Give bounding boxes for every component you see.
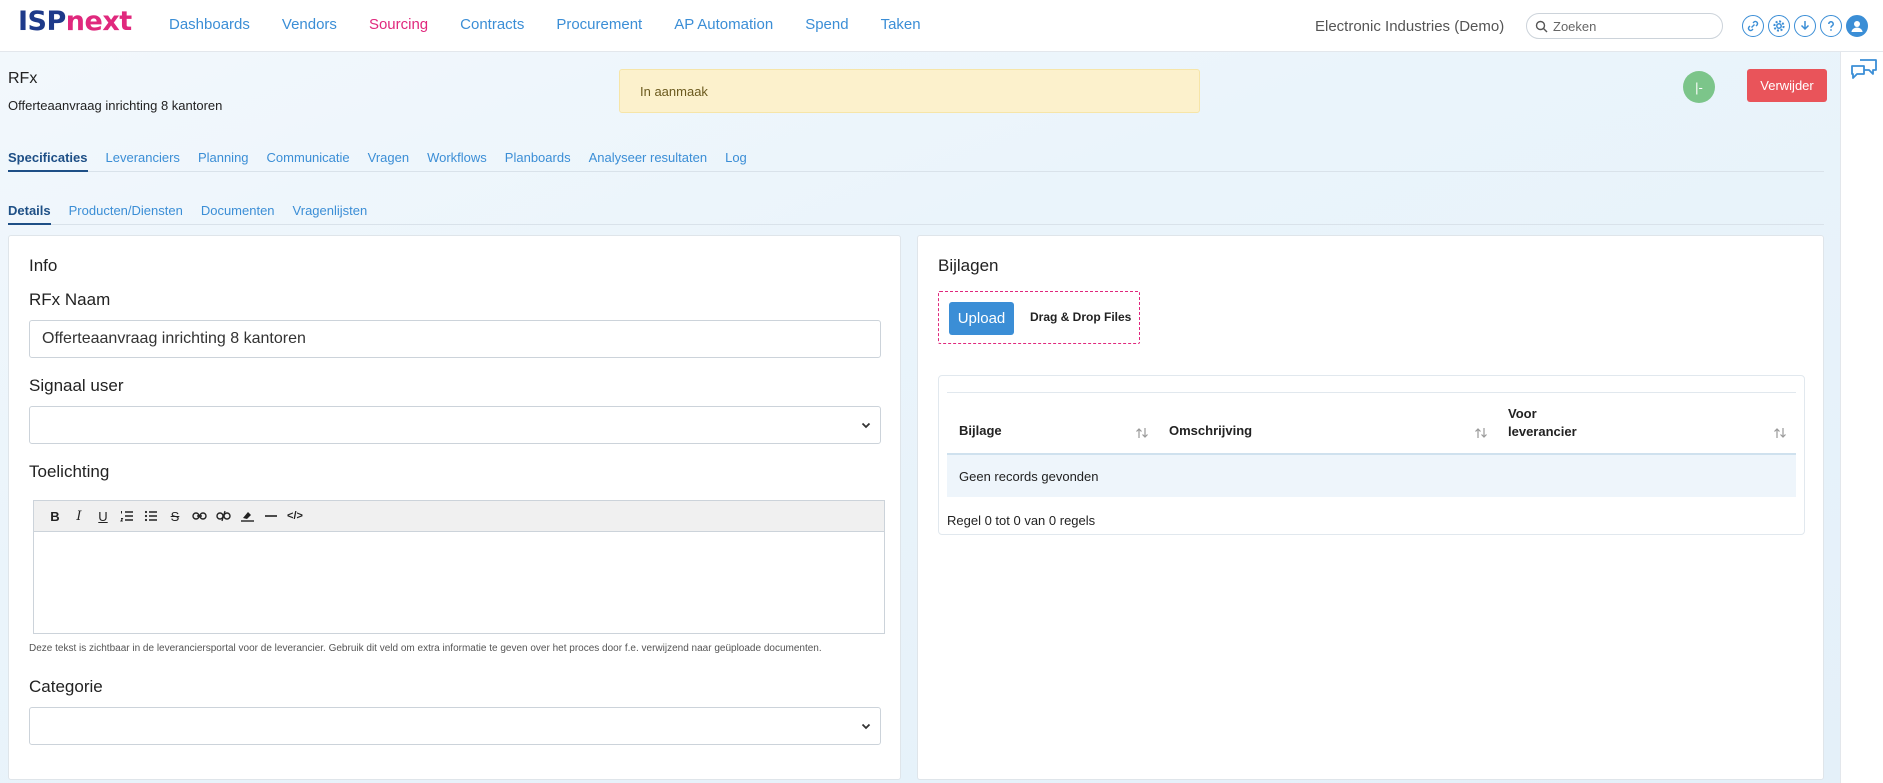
subtab-vragenlijsten[interactable]: Vragenlijsten xyxy=(293,203,368,225)
attachments-panel: Bijlagen Upload Drag & Drop Files Bijlag… xyxy=(917,235,1824,780)
toelichting-hint: Deze tekst is zichtbaar in de leverancie… xyxy=(29,643,822,654)
help-icon[interactable] xyxy=(1820,15,1842,37)
categorie-select[interactable] xyxy=(29,707,881,745)
rich-text-editor: B I U S </> xyxy=(33,500,885,634)
delete-button[interactable]: Verwijder xyxy=(1747,69,1827,102)
info-title: Info xyxy=(29,256,58,275)
tab-communicatie[interactable]: Communicatie xyxy=(267,150,350,172)
signal-user-select[interactable] xyxy=(29,406,881,444)
nav-vendors[interactable]: Vendors xyxy=(282,16,337,33)
right-sidebar xyxy=(1840,52,1883,783)
attachments-title: Bijlagen xyxy=(938,256,999,275)
brand-logo[interactable]: ISPnext xyxy=(18,6,132,37)
page-subtitle: Offerteaanvraag inrichting 8 kantoren xyxy=(8,98,223,113)
company-name: Electronic Industries (Demo) xyxy=(1315,18,1505,35)
clear-format-icon[interactable] xyxy=(238,507,256,525)
sort-icon[interactable] xyxy=(1474,427,1488,439)
main-nav: Dashboards Vendors Sourcing Contracts Pr… xyxy=(169,16,953,33)
nav-sourcing[interactable]: Sourcing xyxy=(369,16,428,33)
upload-button[interactable]: Upload xyxy=(949,302,1014,335)
tab-vragen[interactable]: Vragen xyxy=(368,150,409,172)
nav-spend[interactable]: Spend xyxy=(805,16,848,33)
tab-workflows[interactable]: Workflows xyxy=(427,150,487,172)
search-box[interactable] xyxy=(1526,13,1723,39)
ordered-list-icon[interactable] xyxy=(118,507,136,525)
search-input[interactable] xyxy=(1553,18,1713,34)
chevron-down-icon xyxy=(861,422,871,429)
table-header: Bijlage Omschrijving Voor leverancier xyxy=(947,393,1796,455)
chevron-down-icon xyxy=(861,723,871,730)
tab-log[interactable]: Log xyxy=(725,150,747,172)
link-icon[interactable] xyxy=(190,507,208,525)
dragdrop-text: Drag & Drop Files xyxy=(1030,310,1132,324)
table-footer: Regel 0 tot 0 van 0 regels xyxy=(947,513,1096,528)
user-icon[interactable] xyxy=(1846,15,1868,37)
subtab-details[interactable]: Details xyxy=(8,203,51,225)
code-view-icon[interactable]: </> xyxy=(286,507,304,525)
top-navbar: ISPnext Dashboards Vendors Sourcing Cont… xyxy=(0,0,1883,52)
sort-icon[interactable] xyxy=(1135,427,1149,439)
rfx-name-input[interactable] xyxy=(29,320,881,358)
status-toggle-button[interactable]: |- xyxy=(1683,71,1715,103)
table-row-empty: Geen records gevonden xyxy=(947,455,1796,497)
tab-planboards[interactable]: Planboards xyxy=(505,150,571,172)
page-title: RFx xyxy=(8,70,38,87)
info-panel: Info RFx Naam Signaal user Toelichting B… xyxy=(8,235,901,780)
link-icon[interactable] xyxy=(1742,15,1764,37)
nav-taken[interactable]: Taken xyxy=(881,16,921,33)
unlink-icon[interactable] xyxy=(214,507,232,525)
chat-icon[interactable] xyxy=(1849,56,1879,84)
bold-icon[interactable]: B xyxy=(46,507,64,525)
col-bijlage[interactable]: Bijlage xyxy=(959,423,1002,438)
horizontal-rule-icon[interactable] xyxy=(262,507,280,525)
col-voor-leverancier[interactable]: Voor leverancier xyxy=(1508,405,1577,441)
sub-tabs: Details Producten/Diensten Documenten Vr… xyxy=(8,203,1824,225)
tab-planning[interactable]: Planning xyxy=(198,150,249,172)
signal-user-label: Signaal user xyxy=(29,376,124,395)
editor-toolbar: B I U S </> xyxy=(34,501,884,532)
nav-contracts[interactable]: Contracts xyxy=(460,16,524,33)
upload-dropzone[interactable]: Upload Drag & Drop Files xyxy=(938,291,1140,344)
toelichting-label: Toelichting xyxy=(29,462,110,481)
tab-analyseer-resultaten[interactable]: Analyseer resultaten xyxy=(589,150,708,172)
bullet-list-icon[interactable] xyxy=(142,507,160,525)
attachments-table-card: Bijlage Omschrijving Voor leverancier Ge… xyxy=(938,375,1805,535)
download-icon[interactable] xyxy=(1794,15,1816,37)
status-banner: In aanmaak xyxy=(619,69,1200,113)
col-voor-leverancier-line1: Voor xyxy=(1508,406,1537,421)
col-voor-leverancier-line2: leverancier xyxy=(1508,424,1577,439)
toelichting-textarea[interactable] xyxy=(34,532,884,633)
main-tabs: Specificaties Leveranciers Planning Comm… xyxy=(8,150,1824,172)
italic-icon[interactable]: I xyxy=(70,507,88,525)
attachments-table: Bijlage Omschrijving Voor leverancier Ge… xyxy=(947,392,1796,497)
underline-icon[interactable]: U xyxy=(94,507,112,525)
logo-part-next: next xyxy=(65,6,132,37)
nav-dashboards[interactable]: Dashboards xyxy=(169,16,250,33)
logo-part-isp: ISP xyxy=(18,6,66,37)
nav-ap-automation[interactable]: AP Automation xyxy=(674,16,773,33)
strikethrough-icon[interactable]: S xyxy=(166,507,184,525)
subtab-documenten[interactable]: Documenten xyxy=(201,203,275,225)
top-icon-group xyxy=(1742,15,1868,37)
nav-procurement[interactable]: Procurement xyxy=(556,16,642,33)
subtab-producten-diensten[interactable]: Producten/Diensten xyxy=(69,203,183,225)
categorie-label: Categorie xyxy=(29,677,103,696)
col-omschrijving[interactable]: Omschrijving xyxy=(1169,423,1252,438)
tab-specificaties[interactable]: Specificaties xyxy=(8,150,88,172)
gear-icon[interactable] xyxy=(1768,15,1790,37)
sort-icon[interactable] xyxy=(1773,427,1787,439)
rfx-name-label: RFx Naam xyxy=(29,290,111,309)
tab-leveranciers[interactable]: Leveranciers xyxy=(106,150,180,172)
search-icon xyxy=(1535,20,1548,32)
